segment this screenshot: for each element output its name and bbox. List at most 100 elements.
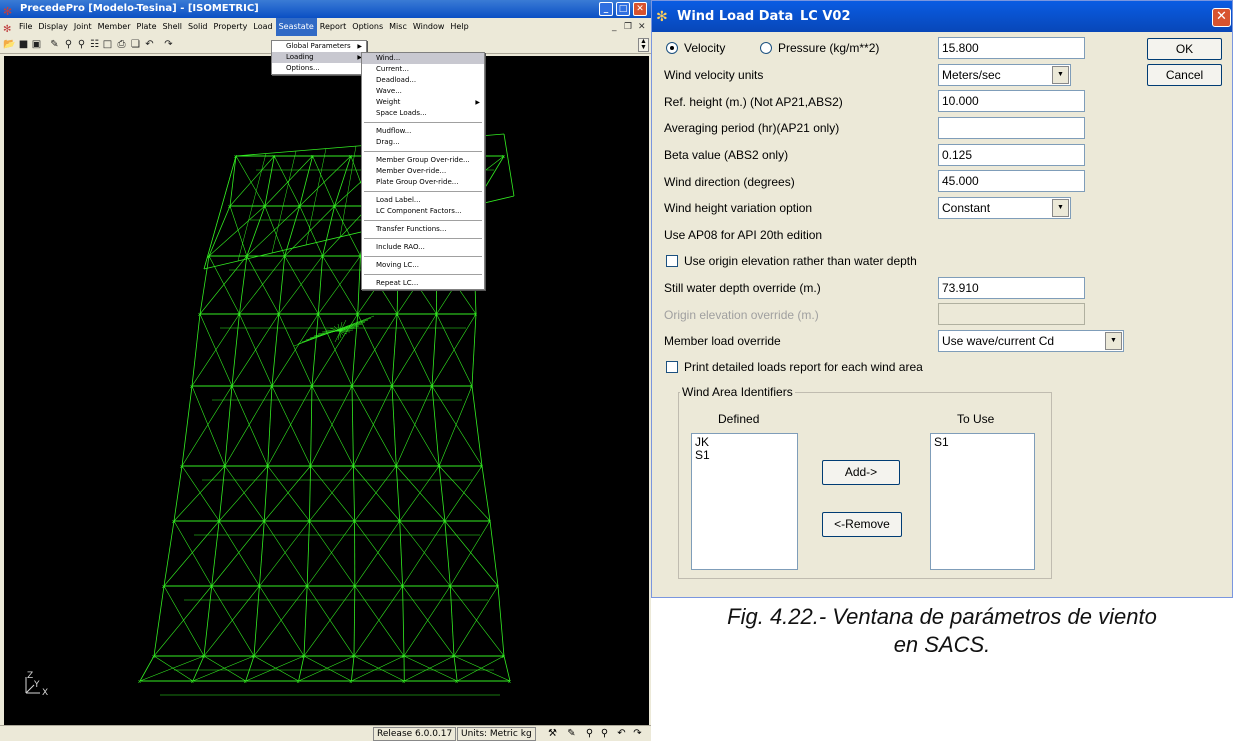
origin-override-field[interactable] [938,303,1085,325]
menu-item-window[interactable]: Window [410,18,448,36]
save-all-icon[interactable]: ▣ [30,38,43,51]
copy-icon[interactable]: ❏ [129,38,142,51]
minimize-icon[interactable]: _ [599,2,613,16]
isometric-viewport[interactable]: xxxxxxxxxxxxxxxxxxxxxxxxxxxxxxxxxxxxxxxx… [4,56,649,725]
menu-item-load-label[interactable]: Load Label... [362,195,484,206]
menu-item-global-parameters[interactable]: Global Parameters ▶ [272,41,366,52]
menu-item-seastate[interactable]: Seastate [275,18,317,36]
menu-item-repeat-lc[interactable]: Repeat LC... [362,278,484,289]
zoom-out-icon[interactable]: ⚲ [75,38,88,51]
truss-member [351,385,397,467]
menu-item-transfer-functions[interactable]: Transfer Functions... [362,224,484,235]
loading-submenu: Wind... Current... Deadload... Wave... Weigh… [361,52,485,290]
chevron-down-icon[interactable]: ▼ [1105,332,1122,350]
height-variation-select[interactable]: Constant ▼ [938,197,1071,219]
menu-item-drag[interactable]: Drag... [362,137,484,148]
menu-item-plate[interactable]: Plate [133,18,159,36]
to-use-label: To Use [957,412,995,426]
pencil-icon[interactable]: ✎ [48,38,61,51]
zoom-all-icon[interactable]: □ [101,38,114,51]
save-icon[interactable]: ■ [17,38,30,51]
velocity-radio[interactable] [666,42,678,54]
doc-close-icon[interactable]: ✕ [638,18,646,36]
axis-indicator: Z Y X [20,671,50,701]
zoom-status-icon[interactable]: ⚲ [583,727,596,741]
menu-item-report[interactable]: Report [317,18,350,36]
undo-icon[interactable]: ↶ [143,38,156,51]
open-icon[interactable]: 📂 [3,38,16,51]
redo-status-icon[interactable]: ↷ [631,727,644,741]
doc-restore-icon[interactable]: ❐ [624,18,632,36]
menu-item-joint[interactable]: Joint [71,18,95,36]
zoom-window-icon[interactable]: ☷ [88,38,101,51]
menu-item-member-group-over-ride[interactable]: Member Group Over-ride... [362,155,484,166]
undo-status-icon[interactable]: ↶ [615,727,628,741]
menu-item-space-loads[interactable]: Space Loads... [362,108,484,119]
to-use-listbox[interactable]: S1 [930,433,1035,570]
menu-item-misc[interactable]: Misc [386,18,410,36]
truss-member [264,520,308,587]
origin-elevation-checkbox[interactable] [666,255,678,267]
menu-item-include-rao[interactable]: Include RAO... [362,242,484,253]
avg-period-field[interactable] [938,117,1085,139]
menu-items: File Display Joint Member Plate Shell Solid Pro… [16,18,472,36]
truss-member [311,385,354,467]
ok-button[interactable]: OK [1147,38,1222,60]
menu-item-deadload[interactable]: Deadload... [362,75,484,86]
add-button[interactable]: Add-> [822,460,900,485]
caption-line-2: en SACS. [893,632,991,657]
menu-item-wind[interactable]: Wind... [362,53,484,64]
member-override-select[interactable]: Use wave/current Cd ▼ [938,330,1124,352]
menu-item-property[interactable]: Property [211,18,251,36]
beta-field[interactable]: 0.125 [938,144,1085,166]
truss-member [399,520,451,587]
print-icon[interactable]: ⎙ [115,38,128,51]
truss-member [253,585,260,657]
menu-item-lc-component-factors[interactable]: LC Component Factors... [362,206,484,217]
menu-item-loading[interactable]: Loading ▶ [272,52,366,63]
redo-icon[interactable]: ↷ [162,38,175,51]
velocity-value-field[interactable]: 15.800 [938,37,1085,59]
menu-item-plate-group-over-ride[interactable]: Plate Group Over-ride... [362,177,484,188]
joint-marker: x [402,679,405,685]
truss-member [431,385,483,467]
menu-item-options[interactable]: Options [349,18,386,36]
list-item[interactable]: S1 [695,449,794,462]
list-item[interactable]: S1 [934,436,1031,449]
menu-item-shell[interactable]: Shell [160,18,186,36]
units-select[interactable]: Meters/sec ▼ [938,64,1071,86]
close-icon[interactable]: ✕ [633,2,647,16]
remove-button[interactable]: <-Remove [822,512,902,537]
menu-item-file[interactable]: File [16,18,35,36]
doc-minimize-icon[interactable]: _ [612,18,617,36]
still-water-field[interactable]: 73.910 [938,277,1085,299]
dialog-close-icon[interactable]: ✕ [1212,8,1231,27]
menu-item-options[interactable]: Options... [272,63,366,74]
chevron-down-icon[interactable]: ▼ [1052,66,1069,84]
menu-item-solid[interactable]: Solid [185,18,211,36]
chevron-down-icon[interactable]: ▼ [1052,199,1069,217]
defined-listbox[interactable]: JK S1 [691,433,798,570]
menu-item-moving-lc[interactable]: Moving LC... [362,260,484,271]
ref-height-field[interactable]: 10.000 [938,90,1085,112]
toolbar-scroll[interactable]: ▲ ▼ [638,38,649,52]
zoom-out-status-icon[interactable]: ⚲ [598,727,611,741]
menu-item-mudflow[interactable]: Mudflow... [362,126,484,137]
menu-item-current[interactable]: Current... [362,64,484,75]
menu-item-member[interactable]: Member [95,18,134,36]
pressure-radio[interactable] [760,42,772,54]
pencil-status-icon[interactable]: ✎ [565,727,578,741]
menu-item-display[interactable]: Display [35,18,71,36]
menu-item-wave[interactable]: Wave... [362,86,484,97]
direction-field[interactable]: 45.000 [938,170,1085,192]
menu-item-member-over-ride[interactable]: Member Over-ride... [362,166,484,177]
menu-item-load[interactable]: Load [250,18,275,36]
maximize-icon[interactable]: □ [616,2,630,16]
cancel-button[interactable]: Cancel [1147,64,1222,86]
print-report-checkbox[interactable] [666,361,678,373]
menu-item-help[interactable]: Help [447,18,471,36]
tools-icon[interactable]: ⚒ [546,727,559,741]
menu-separator [364,274,482,275]
menu-item-weight[interactable]: Weight ▶ [362,97,484,108]
zoom-in-icon[interactable]: ⚲ [62,38,75,51]
